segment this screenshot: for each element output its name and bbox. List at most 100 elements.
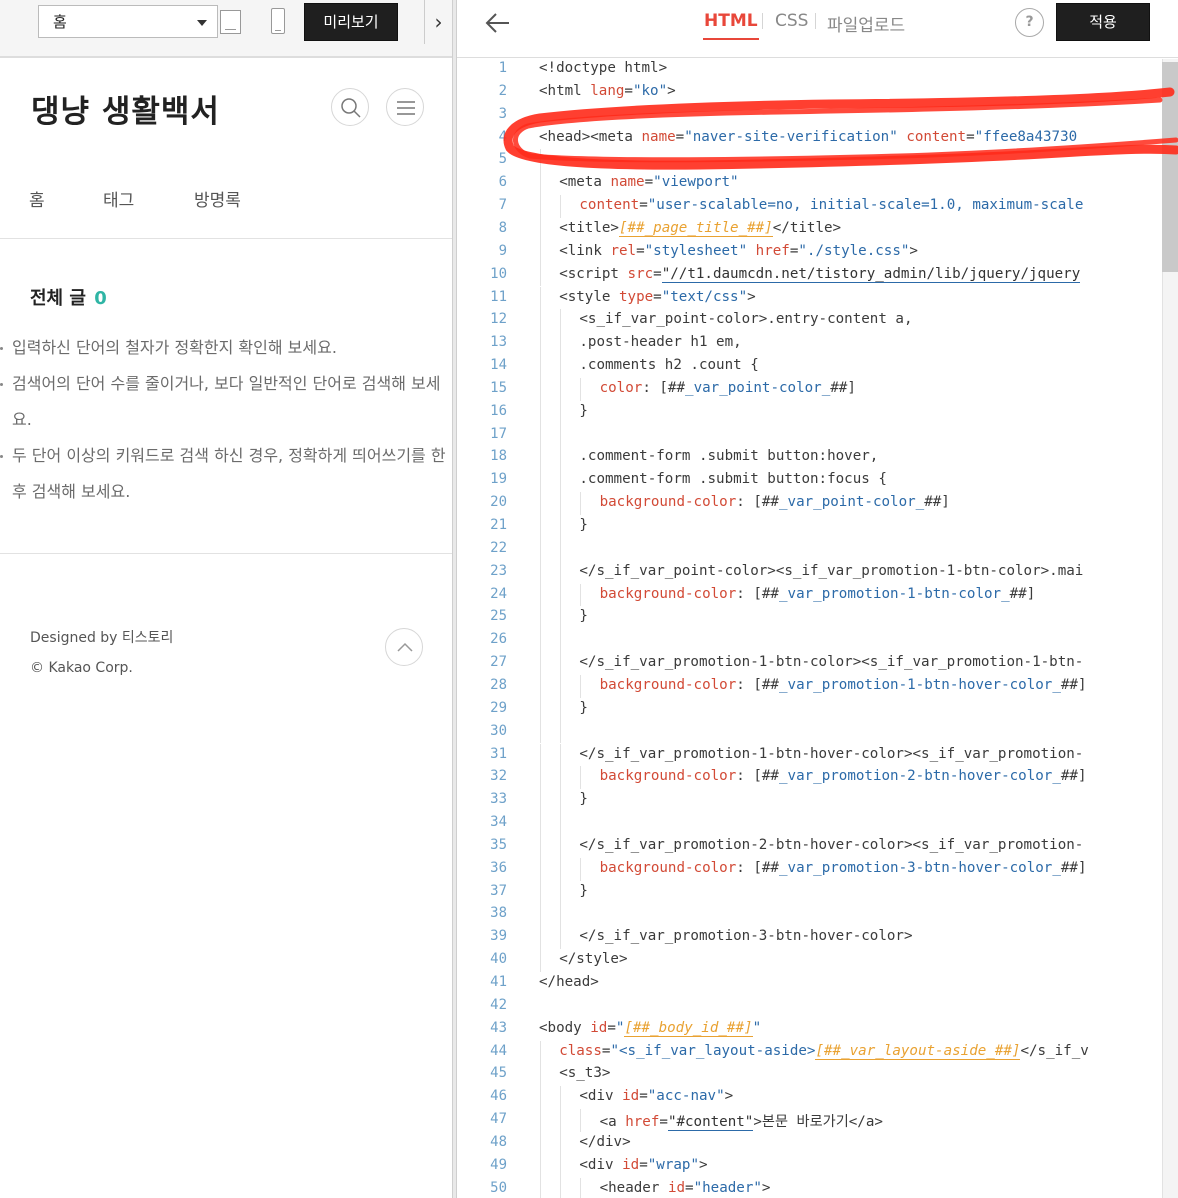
code-line[interactable]: .comment-form .submit button:focus { [579,471,887,487]
indent-guide [560,446,562,470]
code-line[interactable]: background-color: [##_var_promotion-1-bt… [600,586,1036,602]
code-token: = [644,174,654,191]
code-line[interactable]: <header id="header"> [600,1180,771,1196]
code-line[interactable]: background-color: [##_var_promotion-3-bt… [600,860,1087,876]
code-line[interactable]: <s_t3> [559,1065,610,1081]
menu-button[interactable] [386,88,424,126]
code-token: ##] [830,379,856,396]
code-line[interactable]: </s_if_var_promotion-1-btn-color><s_if_v… [579,654,1083,670]
blog-title[interactable]: 댕냥 생활백서 [31,86,220,131]
code-line[interactable]: } [579,700,588,716]
desktop-view-icon[interactable] [220,10,241,34]
code-line[interactable]: </s_if_var_promotion-2-btn-hover-color><… [579,837,1083,853]
indent-guide [560,652,562,675]
indent-guide [560,789,562,813]
code-line[interactable]: <script src="//t1.daumcdn.net/tistory_ad… [559,265,1081,283]
code-token: lang [590,82,625,99]
code-token: <title> [559,219,619,236]
collapse-arrow-icon[interactable]: › [424,0,452,44]
code-token: <div [579,1088,623,1105]
scrollbar-thumb[interactable] [1162,62,1178,272]
code-token: "viewport" [653,174,739,191]
code-line[interactable]: <html lang="ko"> [539,83,676,99]
tab-file-upload[interactable]: 파일업로드 [827,11,905,36]
code-line[interactable]: <head><meta name="naver-site-verificatio… [539,129,1077,145]
tab-html[interactable]: HTML [703,11,759,40]
code-token: type [618,288,654,305]
code-line[interactable]: background-color: [##_var_promotion-2-bt… [600,768,1087,784]
code-line[interactable]: <style type="text/css"> [559,289,755,305]
code-token: content [579,197,640,214]
code-line[interactable]: </head> [539,974,599,990]
code-line[interactable]: <div id="wrap"> [579,1157,707,1173]
code-line[interactable]: content="user-scalable=no, initial-scale… [579,197,1083,213]
posts-count: 0 [94,288,107,309]
line-number: 5 [498,151,507,168]
code-token: ##] [924,494,950,511]
code-line[interactable]: <div id="acc-nav"> [579,1088,733,1104]
code-token: "acc-nav" [647,1088,725,1105]
code-line[interactable]: <meta name="viewport" [559,174,738,190]
code-token: = [653,288,662,305]
code-token: </title> [772,219,842,236]
indent-guide [540,309,541,333]
code-line[interactable]: <title>[##_page_title_##]</title> [559,219,842,237]
code-line[interactable]: </style> [559,951,627,967]
code-line[interactable]: .comments h2 .count { [579,357,758,373]
indent-guide [540,880,541,904]
code-line[interactable]: background-color: [##_var_promotion-1-bt… [600,677,1087,693]
code-line[interactable]: </s_if_var_point-color><s_if_var_promoti… [579,563,1083,579]
code-line[interactable]: </s_if_var_promotion-3-btn-hover-color> [579,928,912,944]
code-line[interactable]: background-color: [##_var_point-color_##… [600,494,950,510]
line-number: 17 [490,425,507,442]
tab-css[interactable]: CSS [775,11,808,31]
apply-button[interactable]: 적용 [1056,3,1150,41]
code-line[interactable]: <!doctype html> [539,60,667,76]
code-line[interactable]: <body id="[##_body_id_##]" [539,1019,761,1037]
code-token: } [579,608,588,625]
indent-guide [540,377,541,401]
search-button[interactable] [331,88,369,126]
mobile-view-icon[interactable] [271,8,285,34]
scroll-top-button[interactable] [385,628,423,666]
code-token: name [610,174,645,191]
preview-button[interactable]: 미리보기 [304,3,398,41]
indent-guide [560,834,562,858]
code-line[interactable]: </div> [579,1134,630,1150]
code-token: <div [579,1156,623,1173]
indent-guide [560,355,562,378]
page-select[interactable]: 홈 [38,5,218,38]
code-line[interactable]: <link rel="stylesheet" href="./style.css… [559,243,918,259]
line-number: 46 [490,1088,507,1105]
code-line[interactable]: } [579,608,588,624]
nav-guestbook[interactable]: 방명록 [194,186,241,211]
code-area[interactable]: <!doctype html> <html lang="ko"> <head><me… [539,59,1164,1198]
preview-toolbar: 홈 미리보기 › [0,0,452,58]
code-line[interactable]: <s_if_var_point-color>.entry-content a, [579,311,912,327]
code-line[interactable]: .post-header h1 em, [579,334,741,350]
nav-tag[interactable]: 태그 [103,186,134,211]
line-number: 10 [490,265,507,282]
code-token: ##] [1060,768,1087,785]
code-line[interactable]: class="<s_if_var_layout-aside>[##_var_la… [559,1042,1089,1060]
back-arrow-icon[interactable] [483,8,513,38]
code-line[interactable]: color: [##_var_point-color_##] [600,380,856,396]
code-token: <s_t3> [559,1065,611,1082]
code-line[interactable]: } [579,403,588,419]
code-line[interactable]: .comment-form .submit button:hover, [579,448,878,464]
indent-guide [560,903,562,927]
code-line[interactable]: </s_if_var_promotion-1-btn-hover-color><… [579,746,1083,762]
help-icon[interactable]: ? [1015,8,1044,37]
line-number: 30 [490,722,507,739]
code-line[interactable]: <a href="#content">본문 바로가기</a> [600,1111,883,1132]
code-line[interactable]: } [579,517,588,533]
code-token: "#content" [667,1114,754,1132]
nav-home[interactable]: 홈 [29,186,45,211]
code-token: [##_page_title_##] [618,219,773,237]
page-select-value: 홈 [53,13,67,31]
indent-guide [560,880,562,904]
chevron-up-icon [397,642,413,652]
code-line[interactable]: } [579,883,588,899]
code-line[interactable]: } [579,791,588,807]
line-number: 15 [490,379,507,396]
